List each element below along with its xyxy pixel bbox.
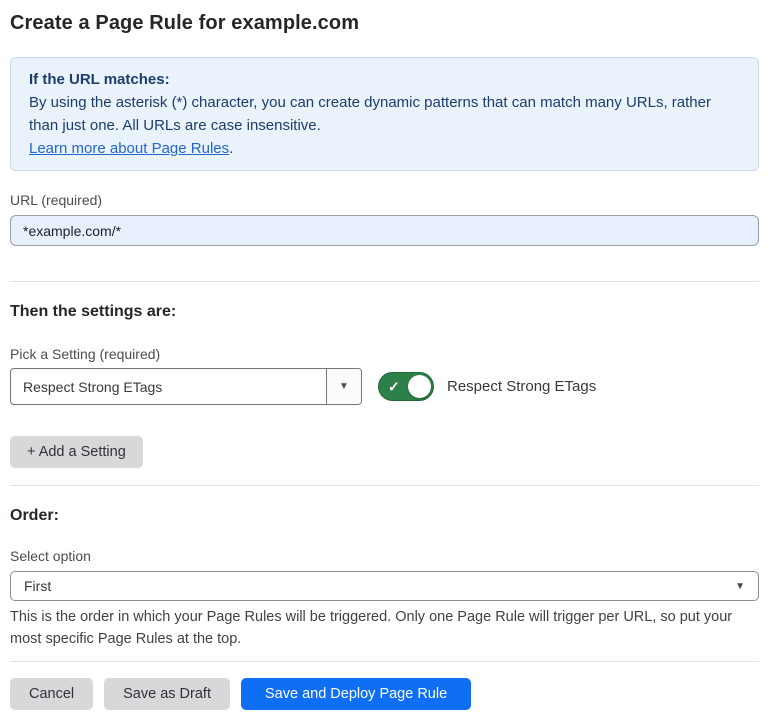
divider	[10, 661, 759, 662]
info-box-body: By using the asterisk (*) character, you…	[29, 91, 740, 137]
chevron-down-icon: ▼	[339, 381, 349, 392]
toggle-knob	[408, 375, 431, 398]
add-setting-button[interactable]: + Add a Setting	[10, 436, 143, 468]
footer-button-row: Cancel Save as Draft Save and Deploy Pag…	[10, 678, 759, 710]
save-and-deploy-button[interactable]: Save and Deploy Page Rule	[241, 678, 471, 710]
chevron-down-icon: ▼	[735, 581, 745, 592]
setting-row: Respect Strong ETags ▼ ✓ Respect Strong …	[10, 368, 759, 405]
order-select-label: Select option	[10, 548, 759, 565]
setting-select[interactable]: Respect Strong ETags ▼	[10, 368, 362, 405]
setting-select-value: Respect Strong ETags	[11, 369, 326, 404]
info-box-link-line: Learn more about Page Rules.	[29, 137, 740, 160]
respect-strong-etags-toggle[interactable]: ✓	[378, 372, 434, 401]
divider	[10, 281, 759, 282]
setting-select-arrow-button[interactable]: ▼	[326, 369, 361, 404]
page-title: Create a Page Rule for example.com	[10, 11, 759, 36]
create-page-rule-form: Create a Page Rule for example.com If th…	[0, 0, 769, 710]
toggle-label: Respect Strong ETags	[447, 378, 596, 395]
settings-section-heading: Then the settings are:	[10, 302, 759, 322]
order-section-heading: Order:	[10, 506, 759, 526]
order-help-text: This is the order in which your Page Rul…	[10, 606, 759, 650]
link-suffix: .	[229, 140, 233, 157]
save-as-draft-button[interactable]: Save as Draft	[104, 678, 230, 710]
info-box-heading: If the URL matches:	[29, 68, 740, 91]
cancel-button[interactable]: Cancel	[10, 678, 93, 710]
url-field-label: URL (required)	[10, 192, 759, 209]
divider	[10, 485, 759, 486]
learn-more-link[interactable]: Learn more about Page Rules	[29, 140, 229, 157]
url-matches-info-box: If the URL matches: By using the asteris…	[10, 57, 759, 171]
order-select-value: First	[24, 578, 735, 594]
url-input[interactable]	[10, 215, 759, 246]
check-icon: ✓	[388, 379, 400, 393]
order-select[interactable]: First ▼	[10, 571, 759, 601]
pick-setting-label: Pick a Setting (required)	[10, 346, 759, 363]
